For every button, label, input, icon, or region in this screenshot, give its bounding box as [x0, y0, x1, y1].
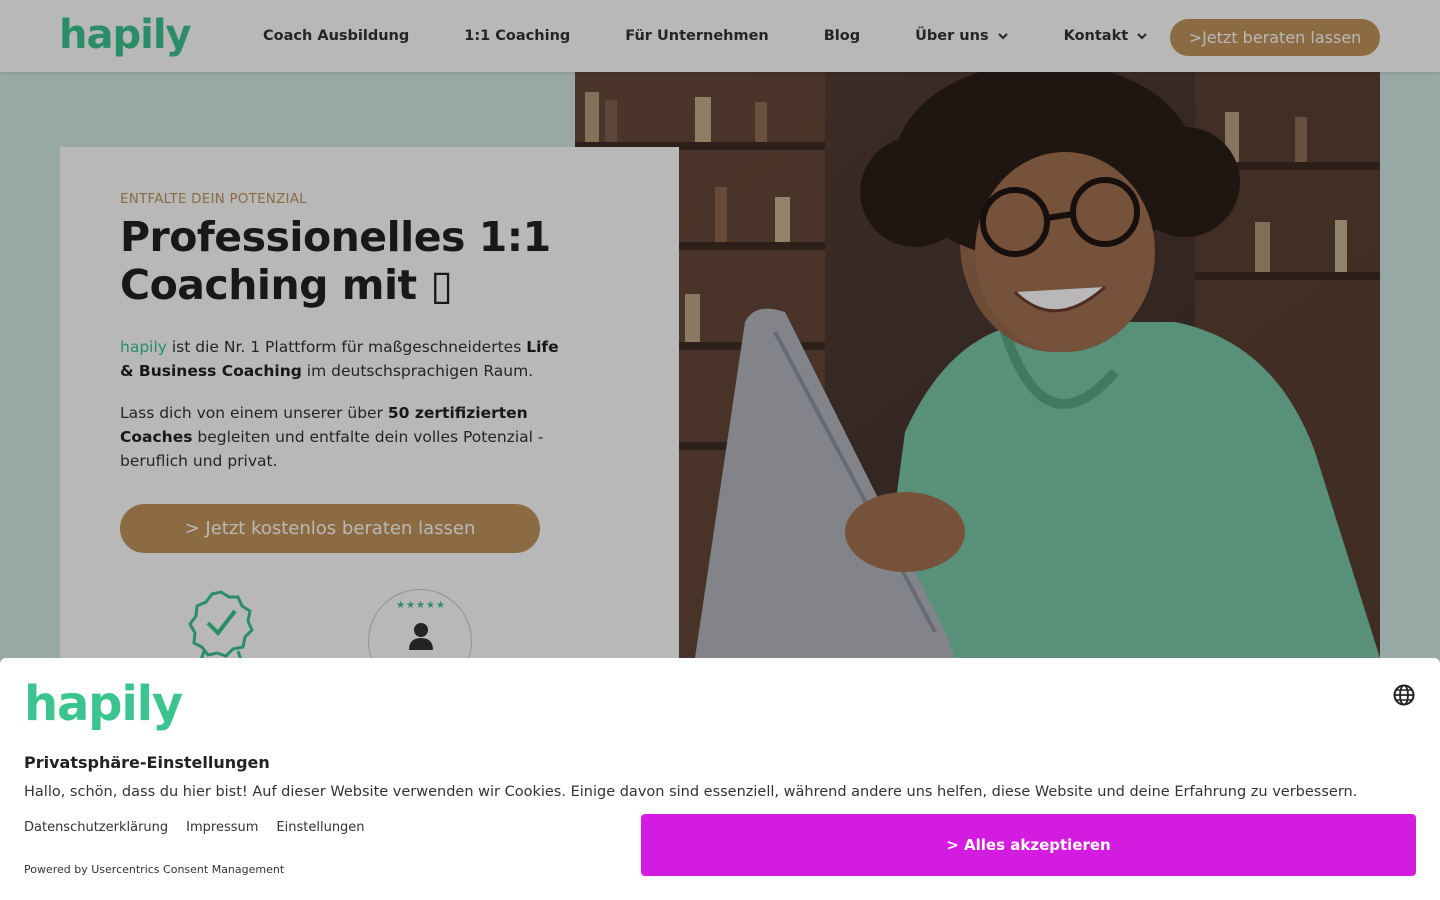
privacy-policy-link[interactable]: Datenschutzerklärung	[24, 820, 168, 835]
cookie-logo: hapily	[24, 676, 183, 732]
cookie-title: Privatsphäre-Einstellungen	[24, 753, 270, 772]
cookie-description: Hallo, schön, dass du hier bist! Auf die…	[24, 784, 1358, 800]
cookie-links: Datenschutzerklärung Impressum Einstellu…	[24, 820, 365, 835]
language-globe-icon[interactable]	[1393, 684, 1415, 706]
cookie-consent-banner: hapily Privatsphäre-Einstellungen Hallo,…	[0, 658, 1440, 900]
settings-link[interactable]: Einstellungen	[276, 820, 364, 835]
imprint-link[interactable]: Impressum	[186, 820, 258, 835]
powered-by-text: Powered by Usercentrics Consent Manageme…	[24, 863, 285, 876]
accept-all-button[interactable]: > Alles akzeptieren	[641, 814, 1416, 876]
